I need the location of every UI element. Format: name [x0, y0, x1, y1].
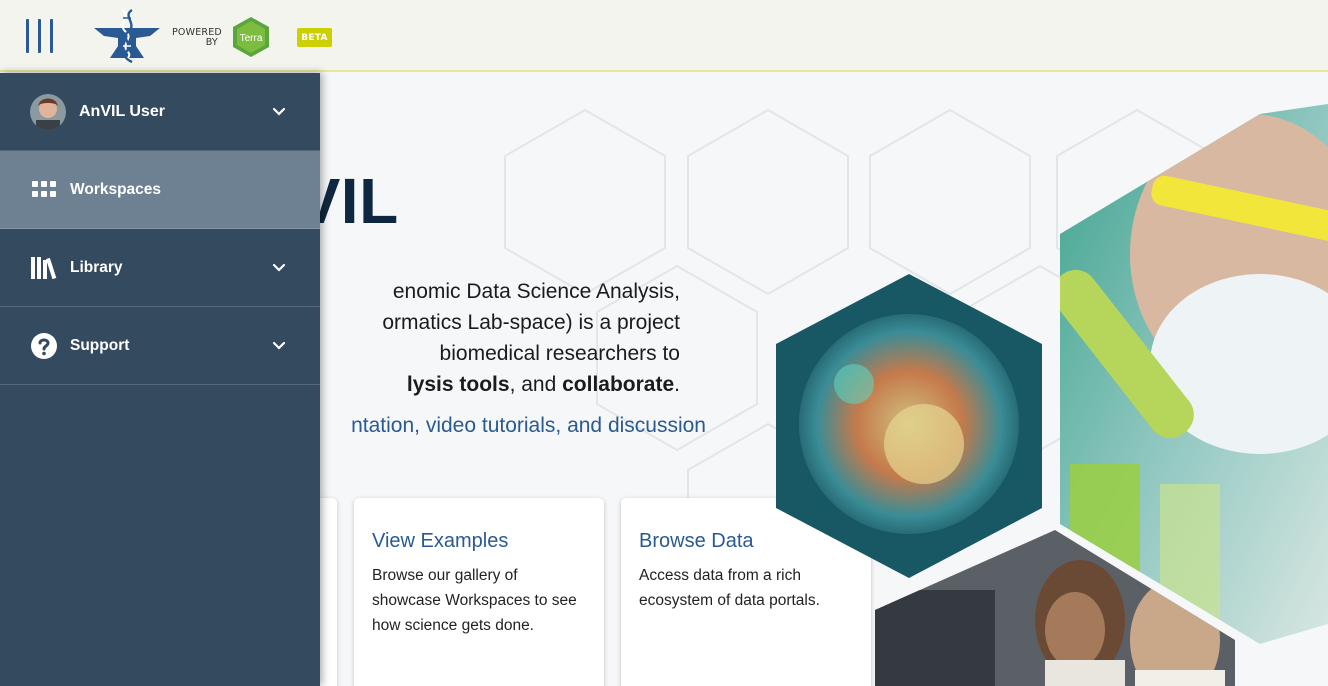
sidebar-item-library[interactable]: Library [0, 229, 320, 307]
view-examples-card[interactable]: View Examples Browse our gallery of show… [354, 498, 604, 686]
user-avatar [30, 93, 66, 130]
hamburger-icon[interactable] [24, 19, 56, 53]
chevron-down-icon[interactable] [270, 259, 288, 277]
sidebar-item-support[interactable]: Support [0, 307, 320, 385]
intro-bold-collaborate: collaborate [562, 373, 675, 396]
intro-period: . [674, 373, 680, 396]
grid-icon [30, 176, 58, 204]
chevron-down-icon[interactable] [270, 103, 288, 121]
sidebar-item-workspaces[interactable]: Workspaces [0, 151, 320, 229]
side-navigation: AnVIL User Workspaces Library Support [0, 73, 320, 686]
sidebar-item-label: Workspaces [70, 180, 162, 198]
powered-by-text: POWERED BY [172, 28, 222, 48]
lab-researchers-image [875, 530, 1235, 686]
terra-logo[interactable]: Terra [230, 16, 272, 58]
top-bar: POWERED BY Terra BETA [0, 0, 1328, 72]
user-name: AnVIL User [79, 102, 165, 120]
card-title: View Examples [372, 530, 509, 552]
sidebar-item-user[interactable]: AnVIL User [0, 73, 320, 151]
card-body: Browse our gallery of showcase Workspace… [372, 567, 577, 634]
sidebar-item-label: Support [70, 336, 130, 354]
terra-label: Terra [240, 33, 263, 44]
question-icon [30, 332, 58, 360]
intro-bold-analysis: lysis tools [406, 373, 510, 396]
intro-and: , and [509, 373, 563, 396]
powered-line-2: BY [205, 37, 218, 48]
chevron-down-icon[interactable] [270, 337, 288, 355]
sidebar-item-label: Library [70, 258, 123, 276]
beta-badge: BETA [297, 28, 332, 47]
library-icon [30, 254, 58, 282]
anvil-logo[interactable] [92, 6, 162, 64]
